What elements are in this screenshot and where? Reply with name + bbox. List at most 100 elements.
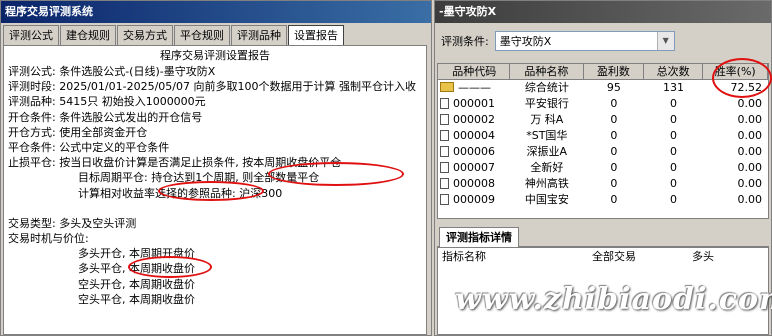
row-win: 0 bbox=[610, 129, 618, 142]
condition-value: 墨守攻防X bbox=[499, 35, 552, 48]
row-win: 0 bbox=[610, 97, 618, 110]
row-total: 0 bbox=[670, 177, 678, 190]
col-total[interactable]: 总次数 bbox=[644, 64, 704, 79]
row-code: 000004 bbox=[453, 129, 495, 142]
tab-indicator-details[interactable]: 评测指标详情 bbox=[439, 227, 519, 247]
row-rate: 0.00 bbox=[737, 129, 762, 142]
report-line: 止损平仓: 按当日收盘价计算是否满足止损条件, 按本周期收盘价平仓 bbox=[8, 156, 342, 170]
report-window: 程序交易评测系统 评测公式 建仓规则 交易方式 平仓规则 评测品种 设置报告 程… bbox=[0, 0, 432, 336]
col-win[interactable]: 盈利数 bbox=[584, 64, 644, 79]
report-line: 交易时机与价位: bbox=[8, 232, 89, 246]
row-win: 0 bbox=[610, 145, 618, 158]
condition-label: 评测条件: bbox=[441, 35, 489, 48]
table-row[interactable]: 000007 全新好 0 0 0.00 bbox=[438, 160, 768, 176]
row-total: 0 bbox=[670, 129, 678, 142]
document-icon bbox=[440, 194, 449, 205]
row-name: 平安银行 bbox=[524, 97, 569, 110]
row-total: 0 bbox=[670, 113, 678, 126]
row-name: *ST国华 bbox=[526, 129, 568, 142]
report-line: 空头开仓, 本周期收盘价 bbox=[78, 277, 195, 291]
row-code: 000002 bbox=[453, 113, 495, 126]
row-rate: 0.00 bbox=[737, 113, 762, 126]
condition-row: 评测条件: 墨守攻防X ▼ bbox=[441, 31, 675, 51]
tab-trade-mode[interactable]: 交易方式 bbox=[117, 25, 173, 45]
report-line: 评测时段: 2025/01/01-2025/05/07 向前多取100个数据用于… bbox=[8, 80, 416, 94]
document-icon bbox=[440, 130, 449, 141]
row-code: 000009 bbox=[453, 193, 495, 206]
row-rate: 0.00 bbox=[737, 97, 762, 110]
row-rate: 0.00 bbox=[737, 145, 762, 158]
report-line: 评测品种: 5415只 初始投入1000000元 bbox=[8, 95, 206, 109]
row-win: 0 bbox=[610, 177, 618, 190]
report-line: 平仓条件: 公式中定义的平仓条件 bbox=[8, 140, 170, 154]
document-icon bbox=[440, 114, 449, 125]
col-code[interactable]: 品种代码 bbox=[438, 64, 510, 79]
col-rate[interactable]: 胜率(%) bbox=[703, 64, 768, 79]
report-line bbox=[8, 201, 422, 216]
report-line: 评测公式: 条件选股公式-(日线)-墨守攻防X bbox=[8, 65, 216, 78]
row-total: 0 bbox=[670, 97, 678, 110]
report-line: 目标周期平仓: 持仓达到1个周期, 则全部数量平仓 bbox=[78, 171, 320, 185]
tab-open-rules[interactable]: 建仓规则 bbox=[60, 25, 116, 45]
tab-symbols[interactable]: 评测品种 bbox=[231, 25, 287, 45]
tab-report-settings[interactable]: 设置报告 bbox=[288, 25, 344, 46]
row-total: 0 bbox=[670, 193, 678, 206]
table-row[interactable]: 000004 *ST国华 0 0 0.00 bbox=[438, 128, 768, 144]
row-code: 000007 bbox=[453, 161, 495, 174]
document-icon bbox=[440, 178, 449, 189]
row-name: 全新好 bbox=[530, 161, 564, 174]
row-rate: 0.00 bbox=[737, 161, 762, 174]
window-title: 程序交易评测系统 bbox=[1, 1, 431, 23]
document-icon bbox=[440, 162, 449, 173]
report-text-area[interactable]: 程序交易评测设置报告 评测公式: 条件选股公式-(日线)-墨守攻防X 评测时段:… bbox=[3, 45, 427, 335]
detail-col-name[interactable]: 指标名称 bbox=[442, 248, 592, 266]
report-title: 程序交易评测设置报告 bbox=[160, 49, 270, 62]
row-rate: 0.00 bbox=[737, 177, 762, 190]
report-line: 多头开仓, 本周期开盘价 bbox=[78, 247, 195, 261]
row-win: 0 bbox=[610, 161, 618, 174]
table-row[interactable]: 000002 万 科A 0 0 0.00 bbox=[438, 112, 768, 128]
row-name: 中国宝安 bbox=[524, 193, 569, 206]
chevron-down-icon[interactable]: ▼ bbox=[656, 32, 674, 50]
row-name: 万 科A bbox=[530, 113, 564, 126]
row-code: 000001 bbox=[453, 97, 495, 110]
report-line: 多头平仓, 本周期收盘价 bbox=[78, 262, 195, 276]
watermark: www.zhibiaodi.com bbox=[455, 282, 772, 317]
result-grid: 品种代码 品种名称 盈利数 总次数 胜率(%) ——— 综合统计 95 131 … bbox=[437, 63, 769, 219]
document-icon bbox=[440, 146, 449, 157]
row-win: 0 bbox=[610, 113, 618, 126]
table-row[interactable]: 000009 中国宝安 0 0 0.00 bbox=[438, 192, 768, 208]
row-total: 0 bbox=[670, 145, 678, 158]
report-line: 计算相对收益率选择的参照品种: 沪深300 bbox=[78, 186, 283, 200]
condition-select[interactable]: 墨守攻防X ▼ bbox=[494, 31, 675, 51]
tab-close-rules[interactable]: 平仓规则 bbox=[174, 25, 230, 45]
detail-tab-bar: 评测指标详情 bbox=[437, 225, 769, 247]
detail-header: 指标名称 全部交易 多头 bbox=[438, 248, 768, 266]
row-code: 000006 bbox=[453, 145, 495, 158]
report-line: 开仓条件: 条件选股公式发出的开仓信号 bbox=[8, 110, 203, 124]
summary-icon bbox=[440, 82, 454, 92]
row-name: 深振业A bbox=[526, 145, 568, 158]
report-line: 空头平仓, 本周期收盘价 bbox=[78, 292, 195, 306]
summary-code: ——— bbox=[458, 81, 491, 94]
col-name[interactable]: 品种名称 bbox=[510, 64, 585, 79]
table-row[interactable]: 000001 平安银行 0 0 0.00 bbox=[438, 96, 768, 112]
row-total: 0 bbox=[670, 161, 678, 174]
summary-name: 综合统计 bbox=[524, 81, 569, 94]
grid-header: 品种代码 品种名称 盈利数 总次数 胜率(%) bbox=[438, 64, 768, 80]
report-line: 交易类型: 多头及空头评测 bbox=[8, 216, 137, 230]
detail-col-long[interactable]: 多头 bbox=[692, 248, 762, 266]
tab-formula[interactable]: 评测公式 bbox=[3, 25, 59, 45]
row-win: 0 bbox=[610, 193, 618, 206]
row-code: 000008 bbox=[453, 177, 495, 190]
result-title: -墨守攻防X bbox=[435, 1, 771, 23]
row-rate: 0.00 bbox=[737, 193, 762, 206]
summary-row[interactable]: ——— 综合统计 95 131 72.52 bbox=[438, 80, 768, 96]
table-row[interactable]: 000008 神州高铁 0 0 0.00 bbox=[438, 176, 768, 192]
table-row[interactable]: 000006 深振业A 0 0 0.00 bbox=[438, 144, 768, 160]
detail-col-all[interactable]: 全部交易 bbox=[592, 248, 692, 266]
row-name: 神州高铁 bbox=[524, 177, 569, 190]
summary-rate: 72.52 bbox=[730, 81, 762, 94]
document-icon bbox=[440, 98, 449, 109]
summary-total: 131 bbox=[663, 81, 685, 94]
